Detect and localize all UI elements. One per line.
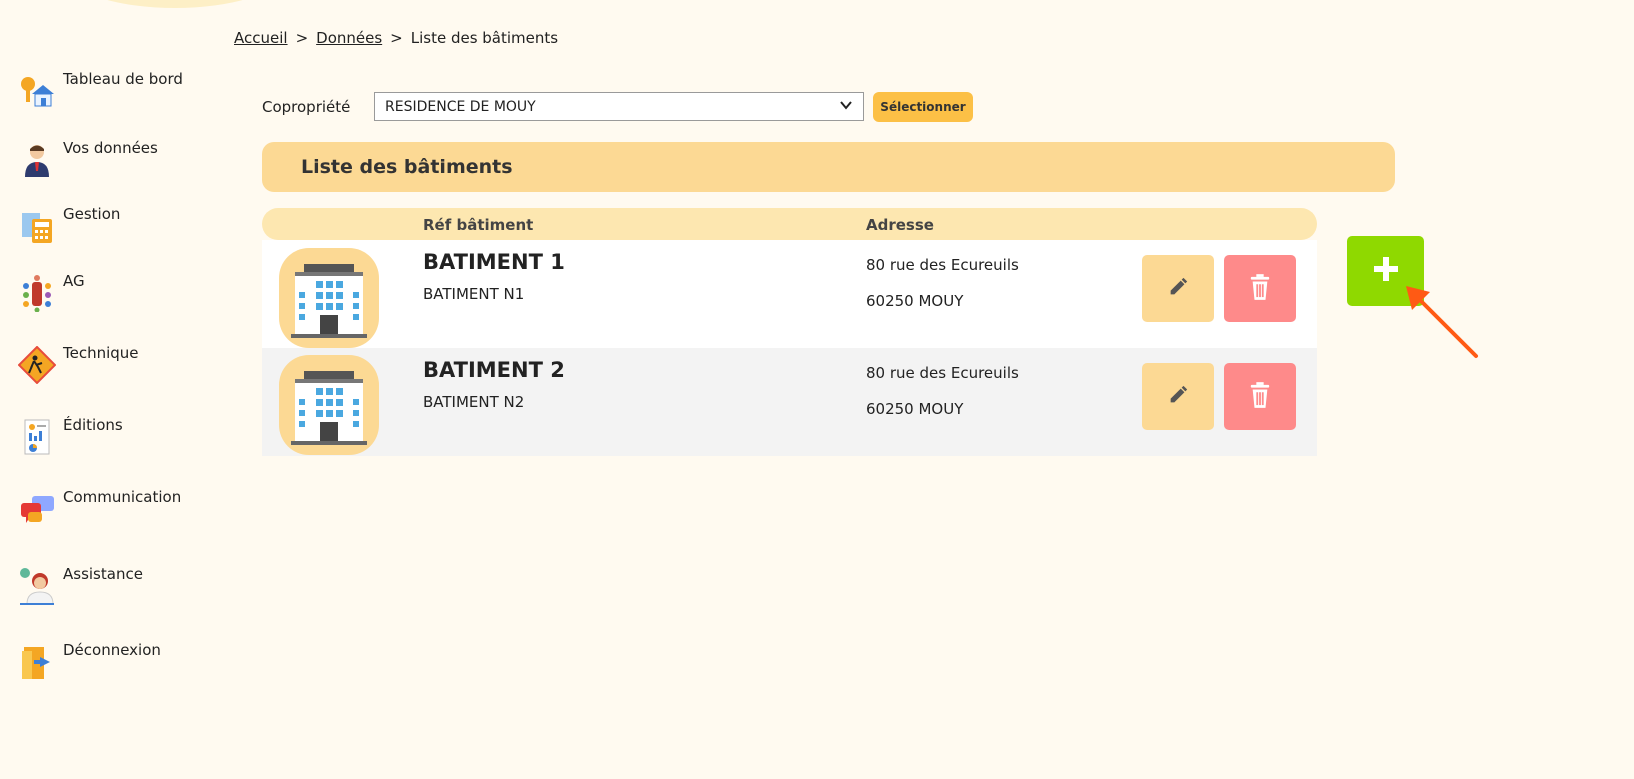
sidebar-item-label: Gestion — [63, 205, 121, 223]
copropriete-label: Copropriété — [262, 98, 351, 116]
sidebar-item-gestion[interactable]: Gestion — [18, 205, 121, 247]
breadcrumb-data-link[interactable]: Données — [316, 29, 382, 47]
chat-bubbles-icon — [18, 490, 56, 528]
building-ref: BATIMENT N1 — [423, 285, 525, 303]
delete-button[interactable] — [1224, 255, 1296, 322]
chevron-down-icon — [839, 98, 853, 116]
copropriete-select[interactable]: RESIDENCE DE MOUY — [374, 92, 864, 121]
building-address-city: 60250 MOUY — [866, 400, 964, 418]
building-icon — [279, 355, 379, 455]
meeting-table-icon — [18, 274, 56, 313]
sidebar-item-label: Technique — [63, 344, 139, 362]
trash-icon — [1249, 381, 1271, 413]
calculator-document-icon — [18, 207, 56, 245]
support-agent-icon — [18, 567, 56, 605]
table-row: BATIMENT 2 BATIMENT N2 80 rue des Ecureu… — [262, 348, 1317, 456]
select-button[interactable]: Sélectionner — [873, 92, 973, 122]
edit-button[interactable] — [1142, 363, 1214, 430]
column-header-address: Adresse — [866, 216, 934, 234]
breadcrumb-home-link[interactable]: Accueil — [234, 29, 288, 47]
worker-sign-icon — [17, 345, 57, 385]
breadcrumb-current: Liste des bâtiments — [410, 29, 559, 47]
sidebar-item-label: Tableau de bord — [63, 70, 183, 88]
breadcrumb-separator: > — [390, 29, 403, 47]
sidebar: Tableau de bord Vos données Gestion AG T… — [0, 0, 220, 779]
table-header: Réf bâtiment Adresse — [262, 208, 1317, 240]
pencil-icon — [1167, 276, 1189, 302]
sidebar-item-label: Déconnexion — [63, 641, 161, 659]
copropriete-selected-value: RESIDENCE DE MOUY — [385, 98, 536, 115]
breadcrumb: Accueil > Données > Liste des bâtiments — [234, 29, 558, 47]
sidebar-item-label: Communication — [63, 488, 182, 506]
pencil-icon — [1167, 384, 1189, 410]
sidebar-item-communication[interactable]: Communication — [18, 488, 182, 530]
sidebar-item-assistance[interactable]: Assistance — [18, 565, 143, 607]
logout-door-icon — [18, 643, 56, 681]
sidebar-item-deconnexion[interactable]: Déconnexion — [18, 641, 161, 683]
sidebar-item-editions[interactable]: Éditions — [18, 416, 123, 458]
trash-icon — [1249, 273, 1271, 305]
building-ref: BATIMENT N2 — [423, 393, 525, 411]
building-address-street: 80 rue des Ecureuils — [866, 364, 1019, 382]
sidebar-item-label: AG — [63, 272, 85, 290]
sidebar-item-vos-donnees[interactable]: Vos données — [18, 139, 158, 181]
building-title: BATIMENT 2 — [423, 358, 565, 382]
building-icon — [279, 248, 379, 348]
sidebar-item-label: Vos données — [63, 139, 158, 157]
building-address-city: 60250 MOUY — [866, 292, 964, 310]
sidebar-item-tableau-de-bord[interactable]: Tableau de bord — [18, 70, 183, 112]
section-title: Liste des bâtiments — [262, 142, 1395, 192]
sidebar-item-ag[interactable]: AG — [18, 272, 85, 314]
delete-button[interactable] — [1224, 363, 1296, 430]
building-address-street: 80 rue des Ecureuils — [866, 256, 1019, 274]
annotation-arrow-icon — [1406, 286, 1478, 358]
column-header-ref: Réf bâtiment — [423, 216, 534, 234]
sidebar-item-technique[interactable]: Technique — [17, 344, 139, 386]
sidebar-item-label: Assistance — [63, 565, 143, 583]
plus-icon — [1371, 254, 1401, 288]
breadcrumb-separator: > — [295, 29, 309, 47]
building-title: BATIMENT 1 — [423, 250, 565, 274]
report-document-icon — [18, 418, 56, 456]
sidebar-item-label: Éditions — [63, 416, 123, 434]
user-avatar-icon — [18, 141, 56, 179]
table-row: BATIMENT 1 BATIMENT N1 80 rue des Ecureu… — [262, 240, 1317, 348]
edit-button[interactable] — [1142, 255, 1214, 322]
dashboard-keys-house-icon — [18, 72, 56, 110]
